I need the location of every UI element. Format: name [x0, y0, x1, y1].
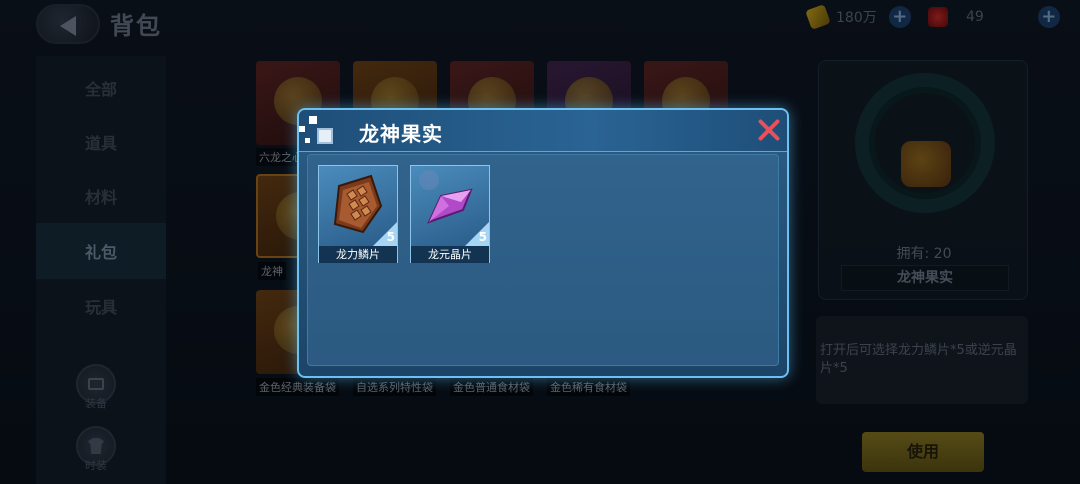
reward-name: 龙元晶片: [411, 246, 489, 263]
reward-item[interactable]: 5 龙力鳞片: [318, 165, 398, 263]
close-icon[interactable]: [755, 116, 783, 144]
reward-choice-dialog: 龙神果实 5 龙力鳞片 5 龙元晶片: [297, 108, 789, 378]
reward-name: 龙力鳞片: [319, 246, 397, 263]
reward-count: 5: [386, 230, 395, 244]
reward-count: 5: [478, 230, 487, 244]
dialog-header: 龙神果实: [299, 110, 787, 152]
reward-list: 5 龙力鳞片 5 龙元晶片: [307, 154, 779, 366]
reward-item[interactable]: 5 龙元晶片: [410, 165, 490, 263]
pixel-deco-icon: [299, 116, 339, 150]
dialog-title: 龙神果实: [359, 122, 443, 146]
